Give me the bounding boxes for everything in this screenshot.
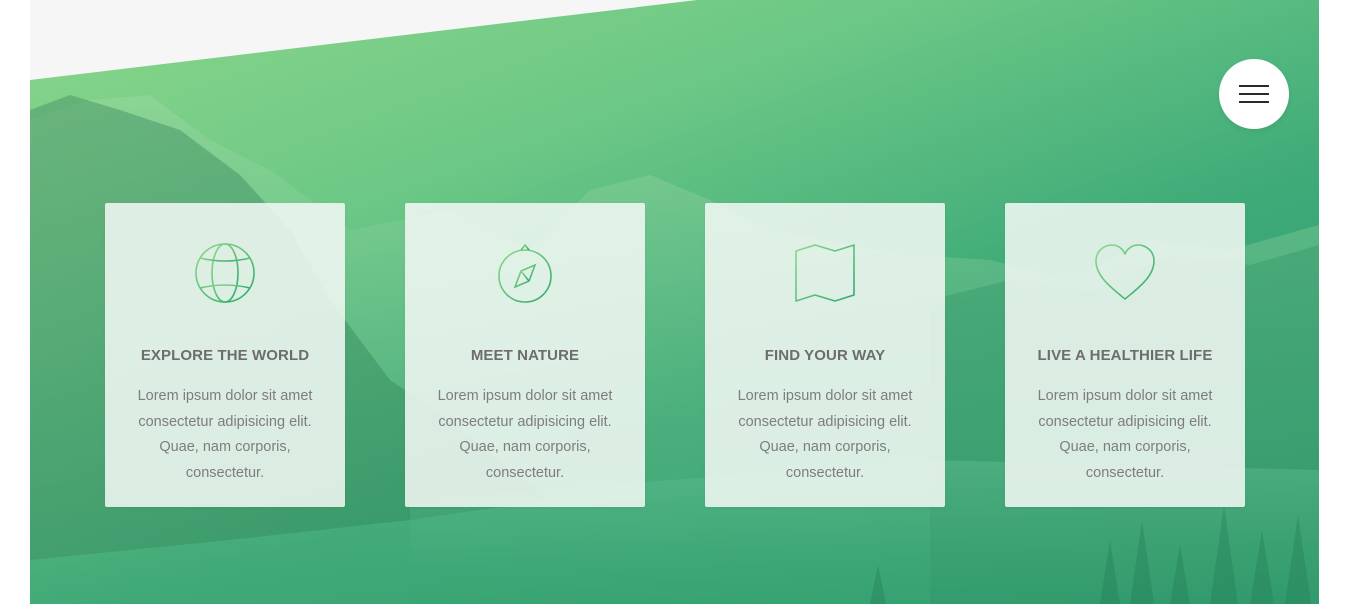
feature-title: EXPLORE THE WORLD	[140, 347, 310, 364]
feature-card-healthier: LIVE A HEALTHIER LIFE Lorem ipsum dolor …	[1005, 203, 1245, 507]
feature-card-explore: EXPLORE THE WORLD Lorem ipsum dolor sit …	[105, 203, 345, 507]
hamburger-menu-icon-bar	[1239, 93, 1269, 95]
feature-description: Lorem ipsum dolor sit amet consectetur a…	[1037, 388, 1213, 482]
globe-icon	[195, 243, 255, 303]
hero-section: EXPLORE THE WORLD Lorem ipsum dolor sit …	[30, 0, 1319, 604]
map-icon	[795, 244, 855, 302]
hamburger-menu-icon	[1239, 85, 1269, 87]
feature-card-find-way: FIND YOUR WAY Lorem ipsum dolor sit amet…	[705, 203, 945, 507]
feature-description: Lorem ipsum dolor sit amet consectetur a…	[137, 388, 313, 482]
feature-description: Lorem ipsum dolor sit amet consectetur a…	[737, 388, 913, 482]
heart-icon	[1095, 244, 1155, 300]
feature-description: Lorem ipsum dolor sit amet consectetur a…	[437, 388, 613, 482]
feature-card-nature: MEET NATURE Lorem ipsum dolor sit amet c…	[405, 203, 645, 507]
feature-title: MEET NATURE	[470, 347, 580, 364]
feature-cards: EXPLORE THE WORLD Lorem ipsum dolor sit …	[105, 203, 1245, 507]
hamburger-menu-icon-bar	[1239, 101, 1269, 103]
feature-title: FIND YOUR WAY	[764, 347, 886, 364]
feature-title: LIVE A HEALTHIER LIFE	[1037, 347, 1213, 364]
page: EXPLORE THE WORLD Lorem ipsum dolor sit …	[0, 0, 1346, 604]
hamburger-menu-button[interactable]	[1219, 59, 1289, 129]
compass-icon	[498, 243, 552, 303]
